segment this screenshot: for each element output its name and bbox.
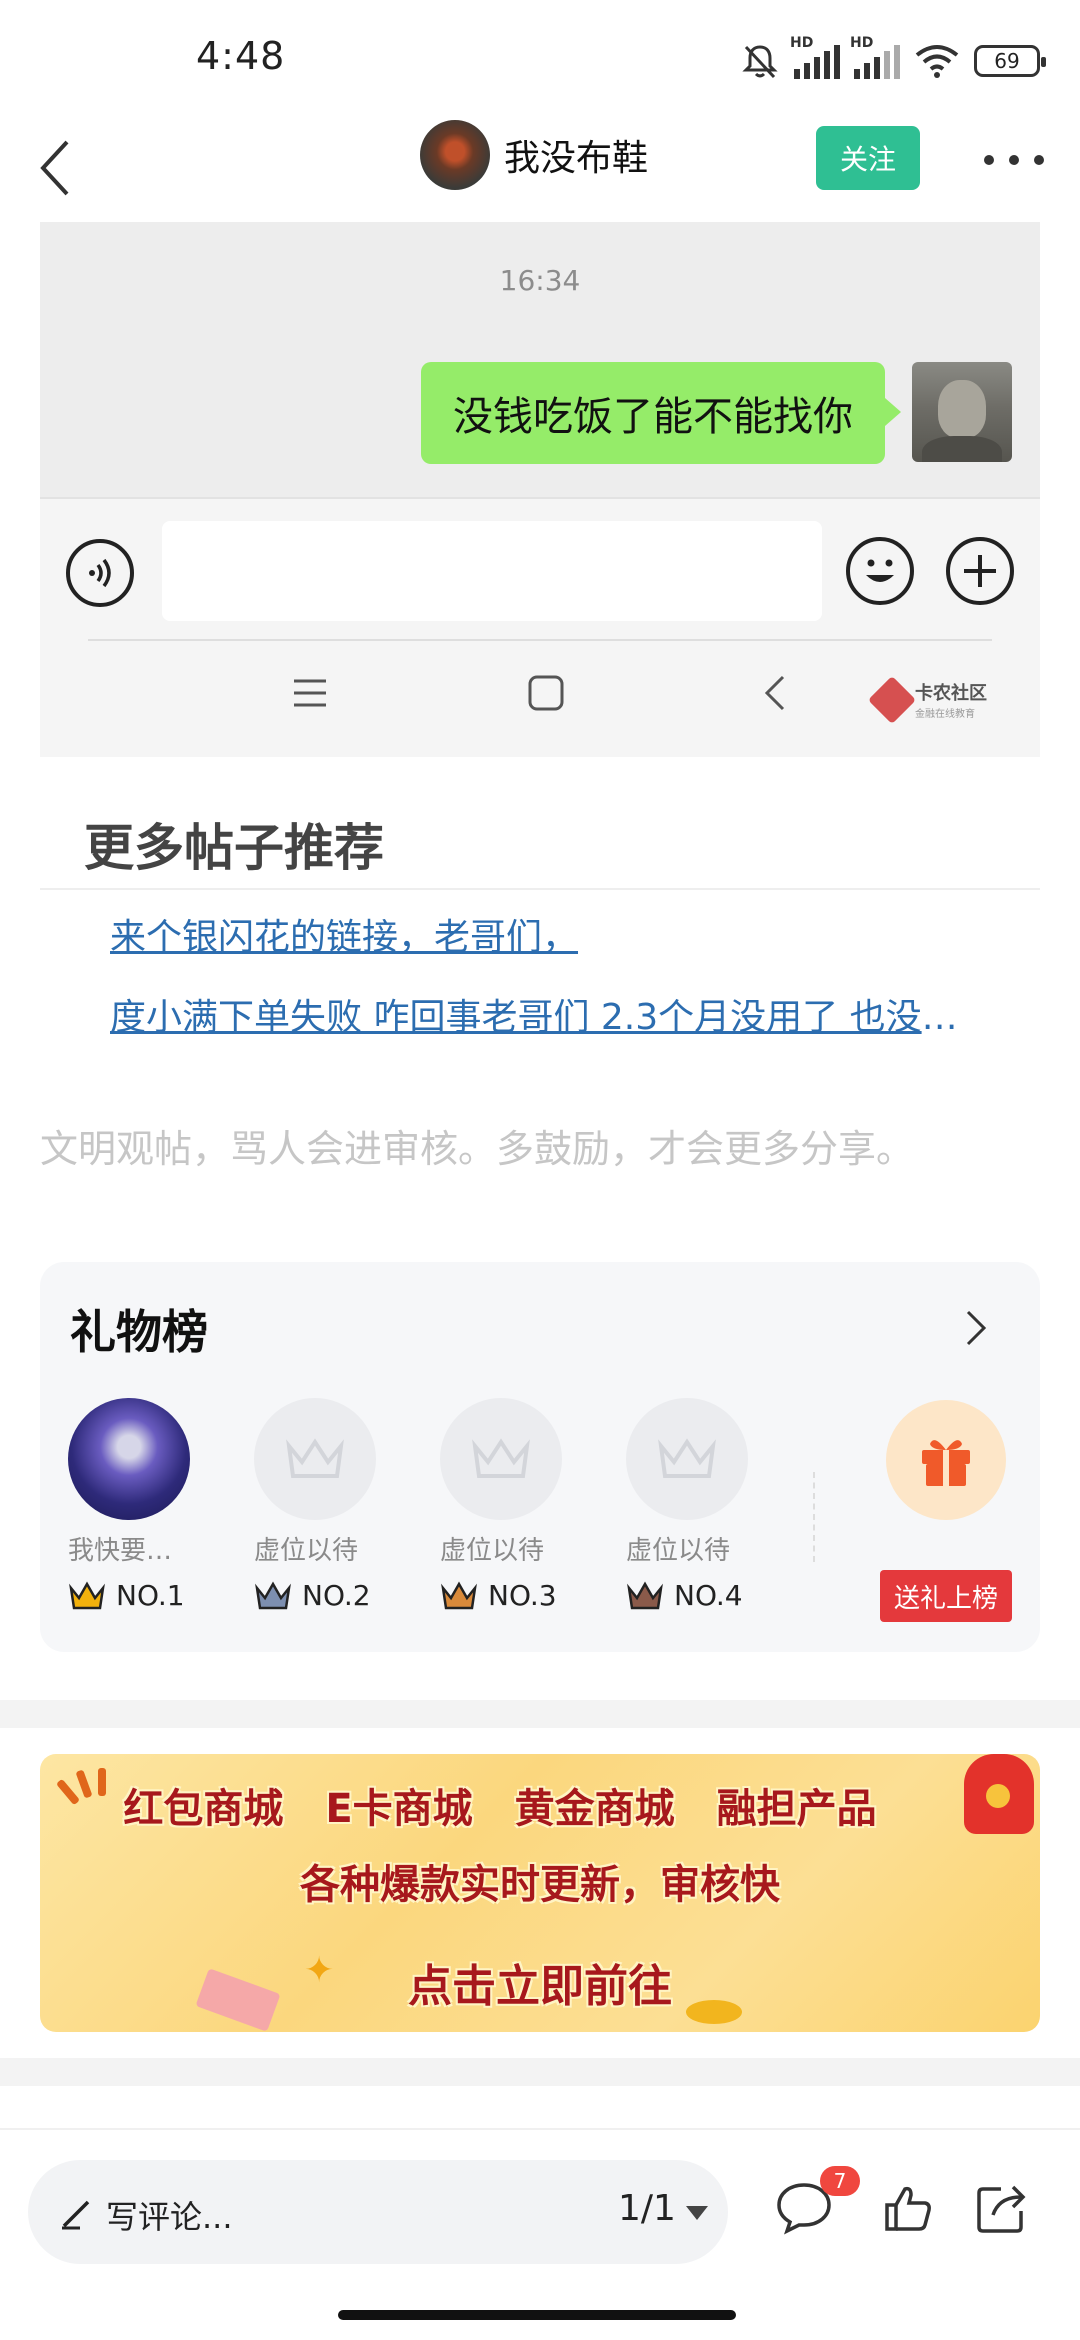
- crown-outline-icon: [286, 1438, 344, 1478]
- status-time: 4:48: [196, 34, 286, 78]
- promo-banner[interactable]: 红包商城 E卡商城 黄金商城 融担产品 各种爆款实时更新，审核快 点击立即前往 …: [40, 1754, 1040, 2032]
- banner-tab: E卡商城: [325, 1786, 473, 1832]
- dot-icon: [1009, 155, 1019, 165]
- author-info[interactable]: 我没布鞋: [420, 120, 648, 190]
- section-gap: [0, 1700, 1080, 1728]
- post-image-chat-screenshot[interactable]: 16:34 没钱吃饭了能不能找你 卡农社区 金融在线教育: [40, 222, 1040, 757]
- crown-icon: [255, 1580, 291, 1609]
- chat-avatar: [912, 362, 1012, 462]
- status-bar: 4:48 HD HD 69: [0, 0, 1080, 110]
- empty-crown-avatar[interactable]: [626, 1398, 748, 1520]
- chat-input-box: [162, 521, 822, 621]
- thumbs-up-icon: [885, 2186, 931, 2231]
- comment-placeholder: 写评论...: [106, 2198, 233, 2236]
- crown-outline-icon: [658, 1438, 716, 1478]
- author-avatar[interactable]: [420, 120, 490, 190]
- banner-tabs: 红包商城 E卡商城 黄金商城 融担产品: [40, 1776, 1000, 1834]
- gift-slot-4[interactable]: 虚位以待 NO.4: [626, 1398, 756, 1612]
- rank-badge: NO.1: [68, 1579, 185, 1612]
- follow-button[interactable]: 关注: [816, 126, 920, 190]
- mascot-icon: [964, 1754, 1034, 1834]
- plus-circle-icon: [946, 537, 1014, 605]
- share-button[interactable]: [972, 2178, 1032, 2238]
- divider: [40, 888, 1040, 890]
- gift-slot-1[interactable]: 我快要… NO.1: [68, 1398, 198, 1612]
- caret-down-icon[interactable]: [686, 2206, 708, 2220]
- wifi-icon: [915, 45, 959, 78]
- empty-crown-avatar[interactable]: [254, 1398, 376, 1520]
- signal-icon: HD: [850, 35, 900, 79]
- home-square-icon: [522, 667, 570, 719]
- avatar[interactable]: [68, 1398, 190, 1520]
- chat-bubble: 没钱吃饭了能不能找你: [421, 362, 901, 464]
- battery-icon: 69: [974, 45, 1046, 77]
- slot-name: 虚位以待: [626, 1536, 731, 1566]
- send-gift-button[interactable]: 送礼上榜: [880, 1570, 1012, 1622]
- signal-icon: HD: [790, 35, 840, 79]
- home-indicator[interactable]: [338, 2310, 736, 2320]
- watermark-icon: [867, 675, 917, 724]
- banner-tab: 融担产品: [716, 1786, 877, 1832]
- banner-subtitle: 各种爆款实时更新，审核快: [300, 1862, 780, 1908]
- slot-name: 虚位以待: [254, 1536, 359, 1566]
- share-icon: [977, 2185, 1026, 2233]
- back-button[interactable]: [22, 128, 92, 208]
- comment-input[interactable]: 写评论... 1/1: [28, 2160, 728, 2264]
- rank-badge: NO.3: [440, 1579, 557, 1612]
- rank-badge: NO.2: [254, 1579, 371, 1612]
- gift-leaderboard: 礼物榜 我快要… NO.1 虚位以待 NO.2 虚位以待 NO.3 虚位以待 N…: [40, 1262, 1040, 1652]
- chat-input-area: 卡农社区 金融在线教育: [40, 497, 1040, 757]
- empty-crown-avatar[interactable]: [440, 1398, 562, 1520]
- recommended-post-link[interactable]: 度小满下单失败 咋回事老哥们 2.3个月没用了 也没申请过贷款: [110, 988, 980, 1040]
- mute-bell-icon: [742, 45, 778, 79]
- dot-icon: [1034, 155, 1044, 165]
- emoji-icon: [846, 537, 914, 605]
- gift-box-icon[interactable]: [886, 1400, 1006, 1520]
- gift-slot-2[interactable]: 虚位以待 NO.2: [254, 1398, 384, 1612]
- banner-tab: 黄金商城: [514, 1786, 675, 1832]
- chat-timestamp: 16:34: [499, 264, 581, 297]
- sparkle-icon: ✦: [304, 1950, 335, 1991]
- crown-outline-icon: [472, 1438, 530, 1478]
- section-gap: [0, 2058, 1080, 2086]
- comment-count-badge: 7: [820, 2166, 860, 2196]
- back-triangle-icon: [752, 667, 800, 719]
- top-nav-bar: 我没布鞋 关注: [0, 110, 1080, 240]
- community-notice: 文明观帖，骂人会进审核。多鼓励，才会更多分享。: [40, 1127, 915, 1171]
- divider: [88, 639, 992, 641]
- banner-tab: 红包商城: [123, 1786, 284, 1832]
- author-name[interactable]: 我没布鞋: [504, 129, 648, 181]
- recommended-post-link[interactable]: 来个银闪花的链接，老哥们，: [110, 908, 578, 960]
- divider: [813, 1472, 815, 1562]
- chevron-right-icon[interactable]: [952, 1304, 1000, 1352]
- crown-icon: [441, 1580, 477, 1609]
- slot-name: 虚位以待: [440, 1536, 545, 1566]
- dot-icon: [984, 155, 994, 165]
- coin-icon: [686, 2000, 742, 2024]
- bottom-action-bar: 写评论... 1/1 7: [0, 2128, 1080, 2340]
- more-options-button[interactable]: [984, 140, 1044, 180]
- crown-icon: [627, 1580, 663, 1609]
- status-icons: HD HD 69: [740, 35, 1046, 84]
- gift-board-title: 礼物榜: [70, 1305, 208, 1359]
- menu-icon: [286, 667, 334, 719]
- banner-cta: 点击立即前往: [408, 1961, 672, 2012]
- voice-icon: [66, 539, 134, 607]
- watermark-logo: 卡农社区 金融在线教育: [867, 675, 987, 724]
- like-button[interactable]: [878, 2178, 938, 2238]
- more-posts-title: 更多帖子推荐: [84, 819, 384, 877]
- chevron-left-icon: [40, 140, 69, 196]
- gift-slot-3[interactable]: 虚位以待 NO.3: [440, 1398, 570, 1612]
- page-indicator[interactable]: 1/1: [618, 2188, 676, 2229]
- pen-icon: [62, 2200, 90, 2230]
- rank-badge: NO.4: [626, 1579, 743, 1612]
- slot-name: 我快要…: [68, 1536, 173, 1566]
- battery-level: 69: [994, 49, 1020, 73]
- crown-icon: [69, 1580, 105, 1609]
